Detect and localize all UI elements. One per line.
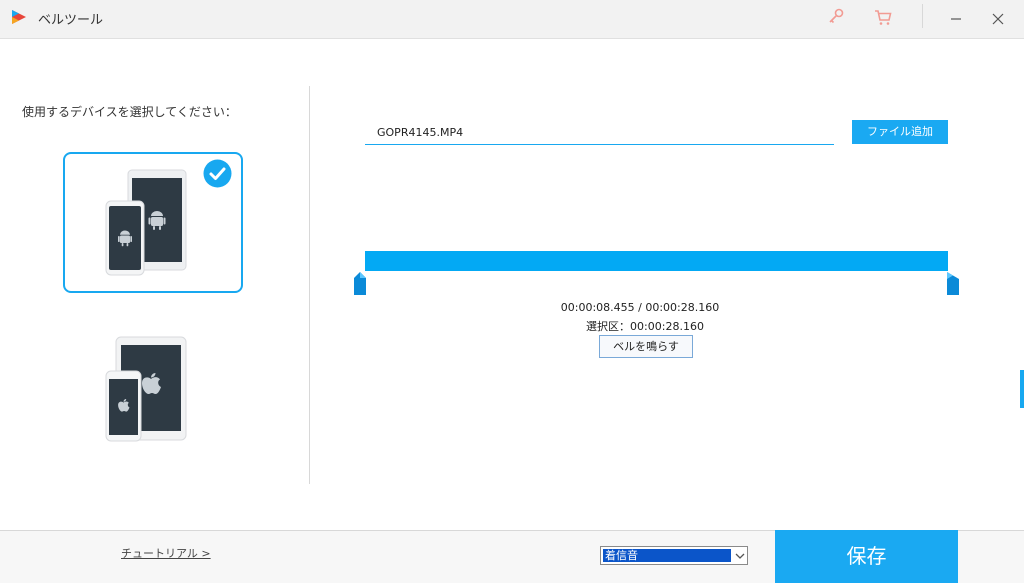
device-prompt-label: 使用するデバイスを選択してください：	[22, 105, 237, 119]
time-readout: 00:00:08.455 / 00:00:28.160	[560, 301, 720, 314]
trim-end-handle[interactable]	[947, 272, 959, 295]
add-file-button[interactable]: ファイル追加	[852, 120, 948, 144]
save-button[interactable]: 保存	[775, 530, 958, 583]
key-icon[interactable]	[826, 7, 846, 27]
ring-button[interactable]: ベルを鳴らす	[599, 335, 693, 358]
title-bar	[0, 0, 1024, 39]
window-edge-accent	[1020, 370, 1024, 408]
ringtone-type-select[interactable]: 着信音	[600, 546, 748, 565]
selection-readout: 選択区：00:00:28.160	[586, 320, 704, 333]
trim-start-handle[interactable]	[354, 272, 366, 295]
selected-check-icon	[203, 159, 232, 188]
cart-icon[interactable]	[873, 7, 893, 27]
close-icon[interactable]	[984, 4, 1012, 32]
titlebar-divider	[922, 4, 923, 28]
panel-divider	[309, 86, 310, 484]
window-title: ベルツール	[38, 13, 104, 28]
tutorial-link[interactable]: チュートリアル >	[121, 545, 211, 561]
app-logo-icon	[12, 10, 26, 24]
minimize-icon[interactable]	[940, 4, 972, 32]
apple-devices-icon[interactable]	[104, 335, 190, 443]
ringtone-selected-value: 着信音	[603, 549, 731, 562]
file-name-field[interactable]	[365, 120, 830, 142]
chevron-down-icon	[735, 553, 745, 559]
timeline-bar[interactable]	[365, 251, 948, 271]
file-name-field-wrap	[365, 120, 834, 145]
android-devices-icon	[105, 169, 187, 276]
